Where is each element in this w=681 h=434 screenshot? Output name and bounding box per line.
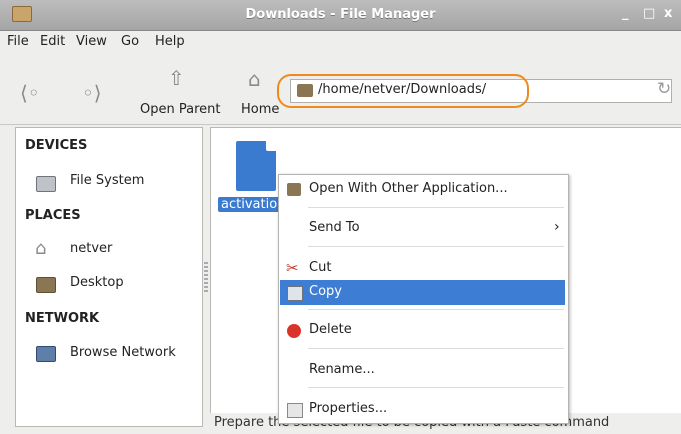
close-button[interactable]: x	[664, 6, 672, 21]
forward-arrow-icon[interactable]: ◦⟩	[82, 81, 102, 105]
document-file-icon[interactable]	[236, 141, 276, 191]
menu-item-label: Open With Other Application...	[309, 181, 508, 196]
delete-icon	[287, 324, 301, 338]
menu-item-properties[interactable]: Properties...	[280, 397, 565, 422]
window-title: Downloads - File Manager	[245, 7, 436, 22]
menu-item-cut[interactable]: ✂ Cut	[280, 256, 565, 281]
devices-header: DEVICES	[25, 138, 88, 153]
menu-separator	[308, 387, 564, 388]
menu-help[interactable]: Help	[155, 34, 185, 49]
sidebar-item-browse-network[interactable]: Browse Network	[70, 345, 176, 360]
up-arrow-icon[interactable]: ⇧	[168, 66, 185, 90]
back-arrow-icon[interactable]: ⟨◦	[20, 81, 40, 105]
menu-separator	[308, 309, 564, 310]
network-icon	[36, 346, 56, 362]
file-manager-window: Downloads - File Manager _ □ x File Edit…	[0, 0, 681, 434]
menu-edit[interactable]: Edit	[40, 34, 65, 49]
menu-item-label: Cut	[309, 260, 332, 275]
home-icon[interactable]: ⌂	[248, 67, 261, 91]
menu-item-open-with[interactable]: Open With Other Application...	[280, 177, 565, 202]
menu-view[interactable]: View	[76, 34, 107, 49]
menu-bar: File Edit View Go Help	[0, 31, 681, 53]
menu-item-copy[interactable]: Copy	[280, 280, 565, 305]
reload-icon[interactable]: ↻	[657, 79, 671, 99]
menu-item-send-to[interactable]: Send To ›	[280, 216, 565, 241]
menu-item-label: Copy	[309, 284, 342, 299]
open-with-icon	[287, 183, 301, 196]
places-header: PLACES	[25, 208, 81, 223]
home-icon: ⌂	[35, 238, 47, 259]
menu-file[interactable]: File	[7, 34, 29, 49]
properties-icon	[287, 403, 303, 418]
copy-icon	[287, 286, 303, 301]
submenu-arrow-icon: ›	[554, 219, 560, 235]
address-highlight-outline	[277, 74, 529, 108]
pane-resize-handle[interactable]	[204, 262, 208, 292]
title-bar: Downloads - File Manager _ □ x	[0, 0, 681, 31]
menu-item-delete[interactable]: Delete	[280, 318, 565, 343]
menu-separator	[308, 246, 564, 247]
menu-item-label: Send To	[309, 220, 360, 235]
open-parent-button[interactable]: Open Parent	[140, 102, 220, 117]
drive-icon	[36, 176, 56, 192]
sidebar-item-file-system[interactable]: File System	[70, 173, 144, 188]
sidebar-item-netver[interactable]: netver	[70, 241, 112, 256]
menu-separator	[308, 348, 564, 349]
sidebar-item-desktop[interactable]: Desktop	[70, 275, 124, 290]
file-item-label[interactable]: activatio	[218, 197, 281, 212]
menu-item-label: Delete	[309, 322, 352, 337]
minimize-button[interactable]: _	[622, 6, 629, 21]
menu-go[interactable]: Go	[121, 34, 139, 49]
maximize-button[interactable]: □	[643, 6, 655, 21]
scissors-icon: ✂	[286, 259, 299, 277]
menu-item-label: Properties...	[309, 401, 388, 416]
menu-item-label: Rename...	[309, 362, 375, 377]
network-header: NETWORK	[25, 311, 100, 326]
desktop-folder-icon	[36, 277, 56, 293]
menu-separator	[308, 207, 564, 208]
home-button[interactable]: Home	[241, 102, 279, 117]
menu-item-rename[interactable]: Rename...	[280, 358, 565, 383]
